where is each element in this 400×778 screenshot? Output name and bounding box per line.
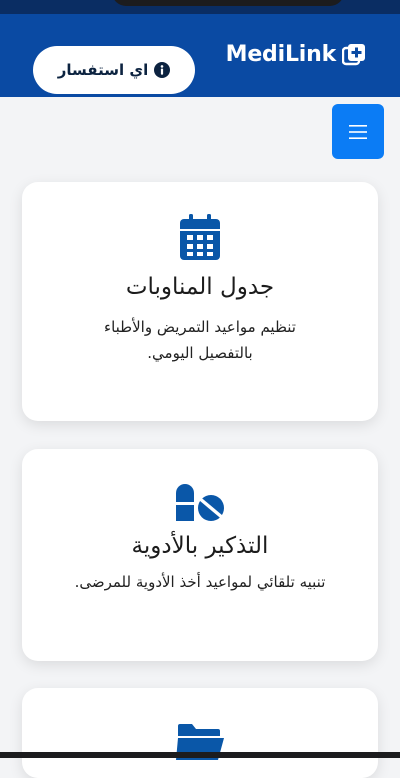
inquiry-button[interactable]: اي استفسار (33, 46, 195, 94)
medical-plus-icon (342, 43, 365, 65)
camera-notch (112, 0, 344, 6)
card-description: تنظيم مواعيد التمريض والأطباء بالتفصيل ا… (104, 318, 296, 362)
calendar-icon (180, 214, 220, 260)
feature-card-records[interactable] (22, 688, 378, 778)
menu-toggle-button[interactable] (332, 104, 384, 159)
brand-logo[interactable]: MediLink (226, 42, 366, 67)
pills-icon (176, 484, 224, 521)
bottom-bar (0, 752, 400, 758)
status-strip (0, 0, 400, 14)
info-icon (154, 62, 171, 78)
card-title: جدول المناوبات (125, 274, 275, 300)
card-description: تنبيه تلقائي لمواعيد أخذ الأدوية للمرضى. (74, 573, 326, 591)
inquiry-label: اي استفسار (57, 61, 149, 79)
feature-card-medication[interactable]: التذكير بالأدوية تنبيه تلقائي لمواعيد أخ… (22, 449, 378, 661)
hamburger-icon (349, 124, 367, 139)
app-header: MediLink اي استفسار (0, 14, 400, 97)
brand-name: MediLink (225, 42, 337, 67)
card-title: التذكير بالأدوية (131, 533, 269, 559)
feature-card-schedule[interactable]: جدول المناوبات تنظيم مواعيد التمريض والأ… (22, 182, 378, 421)
